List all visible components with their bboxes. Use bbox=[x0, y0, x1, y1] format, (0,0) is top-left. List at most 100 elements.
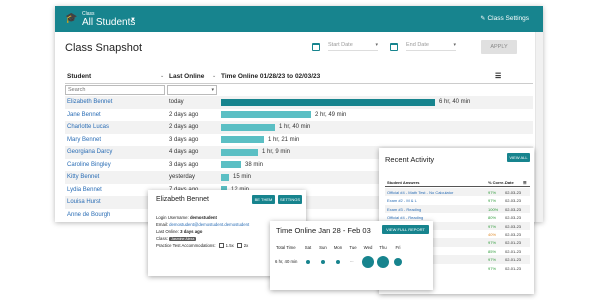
accommodation-1-5x-checkbox[interactable] bbox=[218, 243, 224, 249]
student-name-link[interactable]: Caroline Bingley bbox=[67, 162, 111, 168]
student-name-link[interactable]: Louisa Hurst bbox=[67, 199, 101, 205]
answer-link[interactable]: Official #4 - Math Test - No Calculator bbox=[387, 190, 453, 195]
recent-activity-title: Recent Activity bbox=[385, 155, 435, 164]
percent-correct: 97% bbox=[488, 257, 497, 263]
percent-correct: 97% bbox=[488, 265, 497, 271]
chevron-down-icon: ▾ bbox=[453, 42, 456, 48]
last-online-filter[interactable]: ▾ bbox=[167, 85, 217, 95]
view-full-report-button[interactable]: VIEW FULL REPORT bbox=[382, 225, 429, 234]
filter-row: ▾ bbox=[65, 84, 533, 96]
sort-icon[interactable]: ⌄ bbox=[212, 73, 216, 79]
last-online-cell: yesterday bbox=[169, 174, 196, 180]
percent-correct: 97% bbox=[488, 223, 497, 229]
activity-date: 02-03-23 bbox=[505, 198, 522, 204]
last-online-column-header[interactable]: Last Online bbox=[169, 73, 204, 80]
time-online-value: 1 hr, 40 min bbox=[279, 124, 311, 130]
username-row: Login Username: demostudent bbox=[156, 215, 217, 220]
student-name-link[interactable]: Charlotte Lucas bbox=[67, 124, 109, 130]
time-online-value: 1 hr, 21 min bbox=[268, 136, 300, 143]
time-online-title: Time Online Jan 28 - Feb 03 bbox=[276, 226, 371, 235]
calendar-icon bbox=[312, 42, 320, 51]
end-date-placeholder: End Date bbox=[406, 42, 429, 48]
answers-column-header[interactable]: Student Answers bbox=[387, 180, 420, 185]
start-date-picker[interactable]: Start Date ▾ bbox=[312, 42, 378, 51]
student-name-link[interactable]: Anne de Bourgh bbox=[67, 212, 110, 218]
activity-date: 02-01-23 bbox=[505, 248, 522, 254]
start-date-placeholder: Start Date bbox=[328, 42, 353, 48]
page-title: Class Snapshot bbox=[65, 42, 143, 54]
class-selector[interactable]: All Students bbox=[82, 17, 135, 28]
table-row: Jane Bennet 2 days ago 2 hr, 49 min bbox=[65, 109, 533, 122]
menu-icon[interactable]: ☰ bbox=[523, 180, 527, 185]
view-all-button[interactable]: VIEW ALL bbox=[507, 153, 530, 162]
time-online-bar bbox=[221, 98, 435, 106]
time-online-value: 15 min bbox=[233, 174, 252, 180]
be-them-button[interactable]: BE THEM bbox=[252, 195, 275, 204]
activity-date: 02-01-23 bbox=[505, 257, 522, 263]
day-activity-dot[interactable] bbox=[335, 259, 341, 265]
date-column-header[interactable]: Date bbox=[505, 180, 514, 185]
chevron-down-icon: ▾ bbox=[211, 87, 214, 93]
answer-link[interactable]: Exam #2 - M & L bbox=[387, 198, 417, 203]
student-name-link[interactable]: Jane Bennet bbox=[67, 112, 101, 118]
scrollbar[interactable] bbox=[535, 32, 543, 222]
answer-link[interactable]: Exam #3 - Reading bbox=[387, 207, 421, 212]
time-online-value: 6 hr, 40 min bbox=[439, 99, 471, 105]
email-link[interactable]: demostudent@demostudent.demostudent bbox=[169, 222, 249, 227]
last-online-cell: 3 days ago bbox=[169, 136, 199, 143]
student-name-link[interactable]: Mary Bennet bbox=[67, 137, 101, 143]
time-online-bar bbox=[221, 111, 311, 118]
percent-correct: 40% bbox=[488, 232, 497, 237]
settings-button[interactable]: SETTINGS bbox=[278, 195, 302, 204]
chevron-down-icon[interactable]: ▼ bbox=[130, 17, 136, 23]
class-settings-link[interactable]: ✎ Class Settings bbox=[480, 15, 529, 22]
total-time-value: 6 hr, 40 min bbox=[275, 259, 298, 264]
time-online-bar bbox=[221, 148, 258, 156]
menu-icon[interactable]: ☰ bbox=[495, 72, 501, 80]
student-column-header[interactable]: Student bbox=[67, 73, 91, 80]
percent-correct: 97% bbox=[488, 190, 497, 195]
email-row: Email: demostudent@demostudent.demostude… bbox=[156, 222, 250, 227]
student-name-link[interactable]: Kitty Bennet bbox=[67, 174, 99, 180]
student-name-link[interactable]: Georgiana Darcy bbox=[67, 149, 112, 155]
day-label: Wed bbox=[363, 245, 373, 250]
time-online-value: 1 hr, 9 min bbox=[262, 149, 291, 155]
calendar-icon bbox=[390, 42, 398, 51]
last-online-cell: 2 days ago bbox=[169, 111, 199, 118]
activity-row: Official #4 - Math Test - No Calculator 9… bbox=[385, 188, 530, 197]
search-input[interactable] bbox=[65, 85, 165, 95]
graduation-cap-icon: 🎓 bbox=[65, 13, 78, 24]
apply-button[interactable]: APPLY bbox=[481, 40, 517, 54]
total-time-label: Total Time bbox=[276, 245, 296, 250]
table-header: Student ⌄ Last Online ⌄ Time Online 01/2… bbox=[65, 70, 533, 84]
time-online-card: Time Online Jan 28 - Feb 03 VIEW FULL RE… bbox=[270, 221, 433, 290]
time-online-value: 2 hr, 49 min bbox=[315, 111, 347, 118]
last-online-row: Last Online: 3 days ago bbox=[156, 229, 203, 234]
activity-date: 02-01-23 bbox=[505, 240, 522, 246]
table-row: Mary Bennet 3 days ago 1 hr, 21 min bbox=[65, 134, 533, 147]
answer-link[interactable]: Official #4 - Reading bbox=[387, 215, 423, 220]
time-online-bar bbox=[221, 161, 241, 168]
day-activity-dot[interactable] bbox=[305, 259, 311, 265]
end-date-picker[interactable]: End Date ▾ bbox=[390, 42, 456, 51]
day-empty-mark: ... bbox=[350, 258, 354, 263]
chevron-down-icon: ▾ bbox=[375, 42, 378, 48]
time-online-bar bbox=[221, 123, 275, 131]
activity-date: 02-03-23 bbox=[505, 206, 522, 212]
username-value: demostudent bbox=[189, 215, 217, 220]
day-activity-dot[interactable] bbox=[377, 256, 389, 268]
accommodation-2x-checkbox[interactable] bbox=[236, 243, 242, 249]
day-activity-dot[interactable] bbox=[362, 256, 374, 268]
activity-row: Exam #3 - Reading 100% 02-03-23 bbox=[385, 204, 530, 214]
sort-icon[interactable]: ⌄ bbox=[160, 73, 164, 79]
day-activity-dot[interactable] bbox=[320, 259, 326, 265]
activity-date: 02-03-23 bbox=[505, 215, 522, 221]
student-name-link[interactable]: Elizabeth Bennet bbox=[67, 99, 112, 105]
activity-date: 02-03-23 bbox=[505, 232, 522, 237]
table-row: Charlotte Lucas 2 days ago 1 hr, 40 min bbox=[65, 121, 533, 134]
day-activity-dot[interactable] bbox=[394, 258, 402, 266]
percent-correct: 97% bbox=[488, 198, 497, 204]
student-name-link[interactable]: Lydia Bennet bbox=[67, 187, 102, 193]
class-row: Class: Jasmine Alexa bbox=[156, 236, 197, 241]
percent-column-header[interactable]: % Corre... bbox=[488, 180, 507, 185]
